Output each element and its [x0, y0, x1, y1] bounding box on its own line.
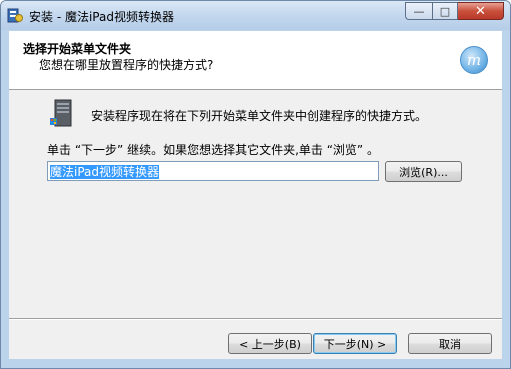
window-title: 安装 - 魔法iPad视频转换器 — [29, 10, 174, 24]
footer-separator — [9, 318, 502, 320]
installer-window: 安装 - 魔法iPad视频转换器 — □ ✕ 选择开始菜单文件夹 您想在哪里放置… — [0, 0, 511, 369]
page-subtitle: 您想在哪里放置程序的快捷方式? — [39, 58, 214, 72]
start-menu-folder-icon — [50, 99, 72, 127]
product-logo-icon: m — [460, 46, 488, 74]
instruction-text: 单击 “下一步” 继续。如果您想选择其它文件夹,单击 “浏览” 。 — [47, 143, 379, 157]
title-bar[interactable]: 安装 - 魔法iPad视频转换器 — □ ✕ — [1, 1, 510, 30]
close-button[interactable]: ✕ — [458, 2, 504, 20]
page-title: 选择开始菜单文件夹 — [23, 42, 132, 56]
start-menu-folder-input[interactable]: 魔法iPad视频转换器 — [47, 161, 379, 181]
selected-folder-text: 魔法iPad视频转换器 — [50, 165, 160, 179]
next-button[interactable]: 下一步(N) > — [313, 333, 397, 354]
installer-app-icon — [7, 8, 23, 23]
cancel-button[interactable]: 取消 — [408, 333, 492, 354]
minimize-button[interactable]: — — [405, 2, 432, 20]
wizard-header: 选择开始菜单文件夹 您想在哪里放置程序的快捷方式? m — [9, 31, 502, 90]
back-button[interactable]: < 上一步(B) — [228, 333, 312, 354]
window-controls: — □ ✕ — [405, 2, 504, 21]
info-text: 安装程序现在将在下列开始菜单文件夹中创建程序的快捷方式。 — [91, 109, 428, 123]
maximize-button[interactable]: □ — [432, 2, 458, 20]
wizard-client-area: 选择开始菜单文件夹 您想在哪里放置程序的快捷方式? m 安装程序现在将在下列开始… — [9, 31, 502, 359]
browse-button[interactable]: 浏览(R)... — [385, 161, 462, 182]
